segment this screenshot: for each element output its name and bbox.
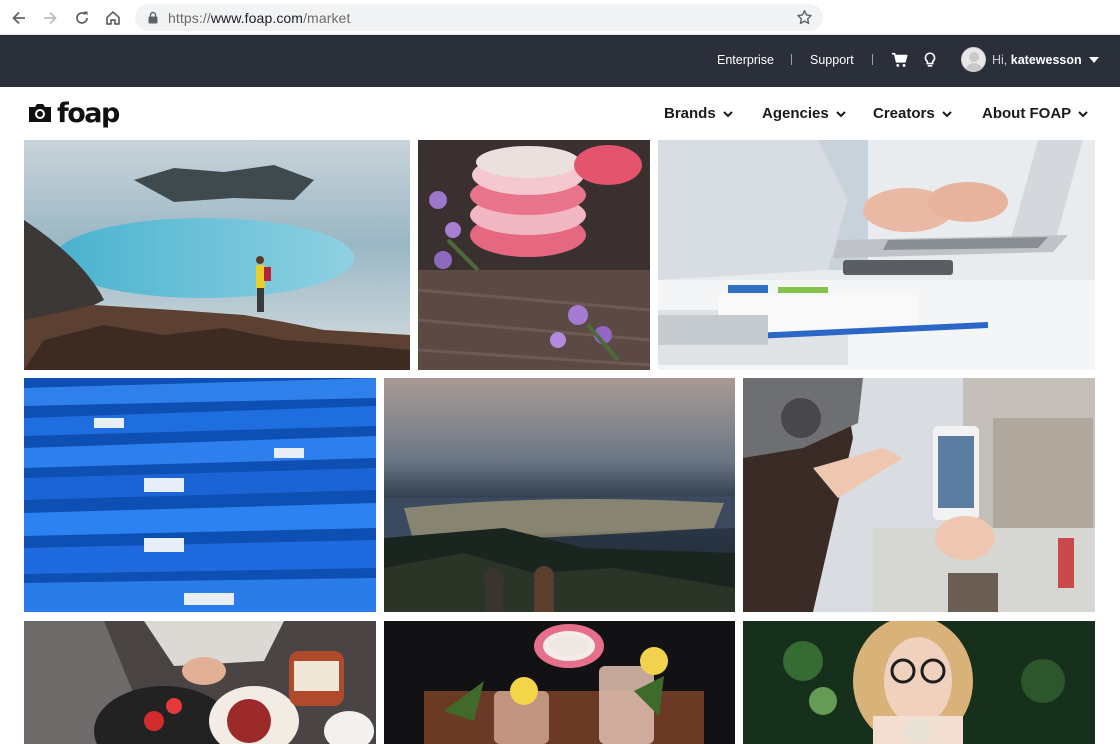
- address-bar[interactable]: https://www.foap.com/market: [135, 4, 823, 31]
- chevron-down-icon: [835, 110, 846, 117]
- nav-label: About FOAP: [982, 105, 1072, 122]
- photo-city-lights-night[interactable]: [384, 378, 735, 612]
- reload-icon[interactable]: [71, 7, 93, 29]
- photo-laptop-typing[interactable]: [658, 140, 1095, 370]
- back-arrow-icon[interactable]: [8, 7, 30, 29]
- nav-about-foap[interactable]: About FOAP: [982, 105, 1088, 122]
- nav-agencies[interactable]: Agencies: [762, 105, 846, 122]
- nav-label: Agencies: [762, 105, 829, 122]
- site-header: foap Brands Agencies Creators About FOAP: [0, 87, 1120, 139]
- url-scheme: https://: [168, 10, 211, 26]
- nav-label: Brands: [664, 105, 716, 122]
- enterprise-link[interactable]: Enterprise: [717, 53, 774, 67]
- lightbulb-icon[interactable]: [920, 50, 940, 70]
- photo-food-table[interactable]: [24, 621, 376, 744]
- chevron-down-icon: [941, 110, 952, 117]
- account-bar: Enterprise Support Hi, katewesson: [0, 35, 1120, 87]
- support-link[interactable]: Support: [810, 53, 854, 67]
- chevron-down-icon[interactable]: [1089, 57, 1099, 63]
- nav-brands[interactable]: Brands: [664, 105, 733, 122]
- lock-icon: [148, 11, 158, 24]
- home-icon[interactable]: [102, 7, 124, 29]
- photo-macarons-lilac[interactable]: [418, 140, 650, 370]
- photo-phone-photo-street[interactable]: [743, 378, 1095, 612]
- forward-arrow-icon[interactable]: [39, 7, 61, 29]
- url-path: /market: [303, 10, 351, 26]
- photo-cocktails-dragonfruit[interactable]: [384, 621, 735, 744]
- photo-blue-boats[interactable]: [24, 378, 376, 612]
- divider: [872, 54, 873, 65]
- camera-icon: [29, 104, 51, 122]
- cart-icon[interactable]: [890, 50, 910, 70]
- chevron-down-icon: [1078, 110, 1088, 117]
- divider: [791, 54, 792, 65]
- username: katewesson: [1010, 53, 1082, 67]
- user-greeting[interactable]: Hi, katewesson: [992, 53, 1082, 67]
- url-text[interactable]: https://www.foap.com/market: [168, 10, 350, 26]
- chevron-down-icon: [722, 110, 733, 117]
- greeting-prefix: Hi,: [992, 53, 1011, 67]
- nav-label: Creators: [873, 105, 935, 122]
- browser-toolbar: https://www.foap.com/market: [0, 0, 1120, 35]
- nav-creators[interactable]: Creators: [873, 105, 952, 122]
- photo-hiker-foggy-lake[interactable]: [24, 140, 410, 370]
- logo-text: foap: [57, 97, 120, 129]
- url-host: www.foap.com: [210, 10, 304, 26]
- photo-woman-glasses-blowing[interactable]: [743, 621, 1095, 744]
- avatar[interactable]: [961, 47, 986, 72]
- star-icon[interactable]: [796, 9, 813, 26]
- foap-logo[interactable]: foap: [27, 97, 120, 129]
